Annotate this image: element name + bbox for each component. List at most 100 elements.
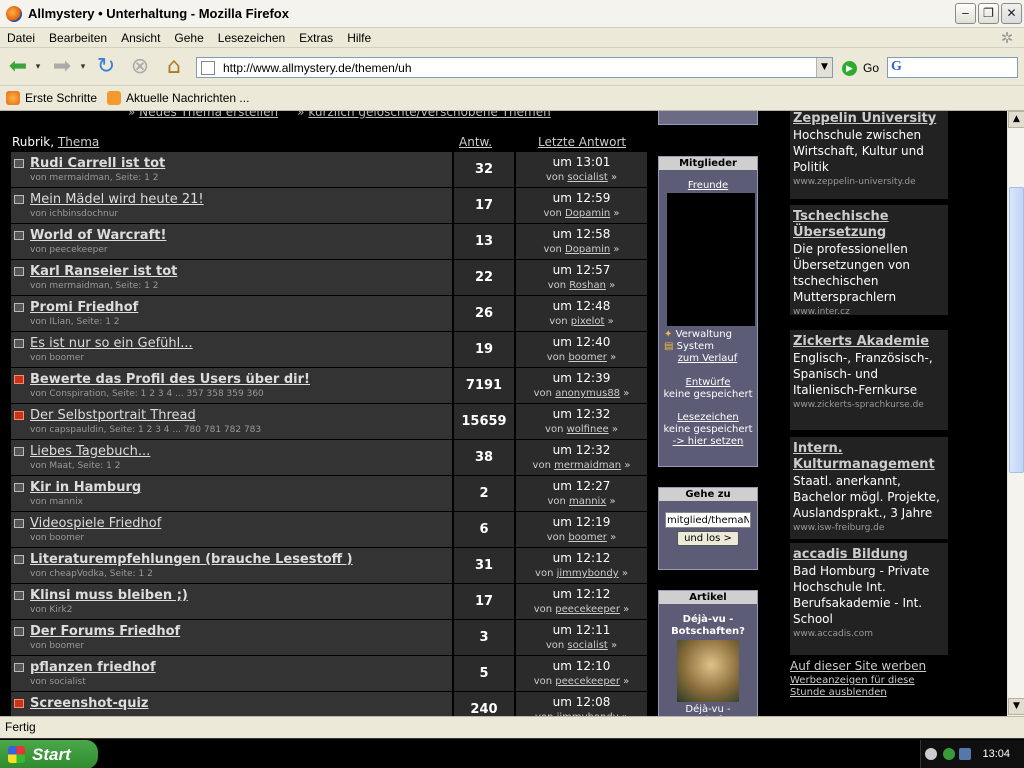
thread-title-link[interactable]: Es ist nur so ein Gefühl... <box>30 336 193 351</box>
reload-icon[interactable]: ↻ <box>92 53 120 81</box>
last-reply-user-link[interactable]: pixelot <box>571 316 605 327</box>
forward-icon[interactable]: ➡ <box>48 53 76 81</box>
thread-title-link[interactable]: Klinsi muss bleiben ;) <box>30 588 188 603</box>
goto-last-post-icon[interactable]: » <box>609 496 615 507</box>
thread-title-link[interactable]: Karl Ranseier ist tot <box>30 264 177 279</box>
last-reply-user-link[interactable]: Dopamin <box>565 208 610 219</box>
artikel-caption[interactable]: Déjà-vu - Botschaften <box>659 704 757 716</box>
goto-last-post-icon[interactable]: » <box>623 604 629 615</box>
thread-title-link[interactable]: Promi Friedhof <box>30 300 138 315</box>
stop-icon[interactable]: ⊗ <box>126 53 154 81</box>
thread-title-link[interactable]: Rudi Carrell ist tot <box>30 156 165 171</box>
ad-url[interactable]: www.zeppelin-university.de <box>793 175 945 189</box>
back-icon[interactable]: ⬅ <box>4 53 32 81</box>
goto-last-post-icon[interactable]: » <box>622 568 628 579</box>
sort-thema-link[interactable]: Thema <box>58 135 99 149</box>
goto-last-post-icon[interactable]: » <box>609 280 615 291</box>
last-reply-user-link[interactable]: boomer <box>568 352 607 363</box>
freunde-link[interactable]: Freunde <box>688 180 728 191</box>
brain-image[interactable] <box>677 640 739 702</box>
menu-ansicht[interactable]: Ansicht <box>114 31 167 45</box>
ad-ausblenden-link[interactable]: Werbeanzeigen für diese Stunde ausblende… <box>790 675 915 698</box>
last-reply-user-link[interactable]: peecekeeper <box>555 604 620 615</box>
goto-last-post-icon[interactable]: » <box>623 676 629 687</box>
forward-dropdown-icon[interactable]: ▾ <box>78 53 88 81</box>
vertical-scrollbar[interactable]: ▲ ▼ <box>1007 111 1024 716</box>
menu-extras[interactable]: Extras <box>292 31 340 45</box>
url-bar[interactable]: http://www.allmystery.de/themen/uh ▼ <box>196 57 833 78</box>
deleted-topics-link[interactable]: kürzlich gelöschte/verschobene Themen <box>308 111 550 119</box>
ad-url[interactable]: www.accadis.com <box>793 627 945 641</box>
scroll-up-icon[interactable]: ▲ <box>1008 111 1024 128</box>
thread-title-link[interactable]: Mein Mädel wird heute 21! <box>30 192 204 207</box>
last-reply-user-link[interactable]: mannix <box>569 496 606 507</box>
goto-last-post-icon[interactable]: » <box>610 532 616 543</box>
scroll-thumb[interactable] <box>1009 187 1024 473</box>
url-dropdown-icon[interactable]: ▼ <box>816 58 832 77</box>
last-reply-user-link[interactable]: boomer <box>568 532 607 543</box>
close-button[interactable]: ✕ <box>1001 3 1022 24</box>
last-reply-user-link[interactable]: anonymus88 <box>555 388 620 399</box>
goto-last-post-icon[interactable]: » <box>611 172 617 183</box>
lesezeichen-link[interactable]: Lesezeichen <box>677 412 738 423</box>
verlauf-link[interactable]: zum Verlauf <box>678 353 738 364</box>
last-reply-user-link[interactable]: socialist <box>567 640 607 651</box>
thread-title-link[interactable]: Literaturempfehlungen (brauche Lesestoff… <box>30 552 353 567</box>
go-button[interactable]: ▶ Go <box>842 58 879 78</box>
start-button[interactable]: Start <box>0 740 98 768</box>
scroll-down-icon[interactable]: ▼ <box>1008 698 1024 715</box>
new-topic-link[interactable]: Neues Thema erstellen <box>139 111 278 119</box>
thread-title-link[interactable]: Kir in Hamburg <box>30 480 141 495</box>
ad-title-link[interactable]: Zeppelin University <box>793 111 945 127</box>
artikel-heading[interactable]: Déjà-vu - Botschaften? <box>659 614 757 638</box>
thread-title-link[interactable]: World of Warcraft! <box>30 228 166 243</box>
maximize-button[interactable]: ❐ <box>978 3 999 24</box>
lesezeichen-setzen-link[interactable]: -> hier setzen <box>673 436 744 447</box>
last-reply-user-link[interactable]: peecekeeper <box>555 676 620 687</box>
thread-title-link[interactable]: Videospiele Friedhof <box>30 516 161 531</box>
sort-last-reply-link[interactable]: Letzte Antwort <box>538 135 626 149</box>
ad-url[interactable]: www.zickerts-sprachkurse.de <box>793 398 945 412</box>
gehe-zu-input[interactable] <box>665 512 751 528</box>
thread-title-link[interactable]: Bewerte das Profil des Users über dir! <box>30 372 310 387</box>
last-reply-user-link[interactable]: jimmybondy <box>557 568 619 579</box>
bookmark-erste-schritte[interactable]: Erste Schritte <box>6 91 97 105</box>
system-label[interactable]: System <box>677 341 714 352</box>
bookmark-aktuelle-nachrichten[interactable]: Aktuelle Nachrichten ... <box>107 91 249 105</box>
goto-last-post-icon[interactable]: » <box>613 244 619 255</box>
goto-last-post-icon[interactable]: » <box>610 352 616 363</box>
goto-last-post-icon[interactable]: » <box>611 640 617 651</box>
ad-title-link[interactable]: Intern. Kulturmanagement <box>793 441 945 473</box>
back-dropdown-icon[interactable]: ▾ <box>33 53 43 81</box>
menu-hilfe[interactable]: Hilfe <box>340 31 378 45</box>
menu-datei[interactable]: Datei <box>0 31 42 45</box>
thread-title-link[interactable]: Liebes Tagebuch... <box>30 444 150 459</box>
home-icon[interactable]: ⌂ <box>160 53 188 81</box>
ad-title-link[interactable]: Zickerts Akademie <box>793 334 945 350</box>
ad-title-link[interactable]: accadis Bildung <box>793 547 945 563</box>
ad-title-link[interactable]: Tschechische Übersetzung <box>793 209 945 241</box>
last-reply-user-link[interactable]: Roshan <box>569 280 606 291</box>
tray-display-icon[interactable] <box>959 748 971 760</box>
last-reply-user-link[interactable]: socialist <box>567 172 607 183</box>
last-reply-user-link[interactable]: wolfinee <box>567 424 609 435</box>
thread-title-link[interactable]: Screenshot-quiz <box>30 696 149 711</box>
entwuerfe-link[interactable]: Entwürfe <box>686 377 731 388</box>
goto-last-post-icon[interactable]: » <box>613 208 619 219</box>
verwaltung-label[interactable]: Verwaltung <box>676 329 732 340</box>
search-input[interactable]: G <box>887 57 1018 78</box>
minimize-button[interactable]: ‒ <box>955 3 976 24</box>
goto-last-post-icon[interactable]: » <box>608 316 614 327</box>
tray-network-icon[interactable] <box>943 748 955 760</box>
goto-last-post-icon[interactable]: » <box>624 460 630 471</box>
sort-replies-link[interactable]: Antw. <box>459 135 492 149</box>
ad-url[interactable]: www.inter.cz <box>793 305 945 319</box>
tray-arrow-icon[interactable] <box>925 748 937 760</box>
ad-werben-link[interactable]: Auf dieser Site werben <box>790 659 926 673</box>
goto-last-post-icon[interactable]: » <box>623 388 629 399</box>
thread-title-link[interactable]: Der Forums Friedhof <box>30 624 180 639</box>
thread-title-link[interactable]: Der Selbstportrait Thread <box>30 408 196 423</box>
last-reply-user-link[interactable]: mermaidman <box>554 460 621 471</box>
menu-lesezeichen[interactable]: Lesezeichen <box>211 31 292 45</box>
goto-last-post-icon[interactable]: » <box>612 424 618 435</box>
